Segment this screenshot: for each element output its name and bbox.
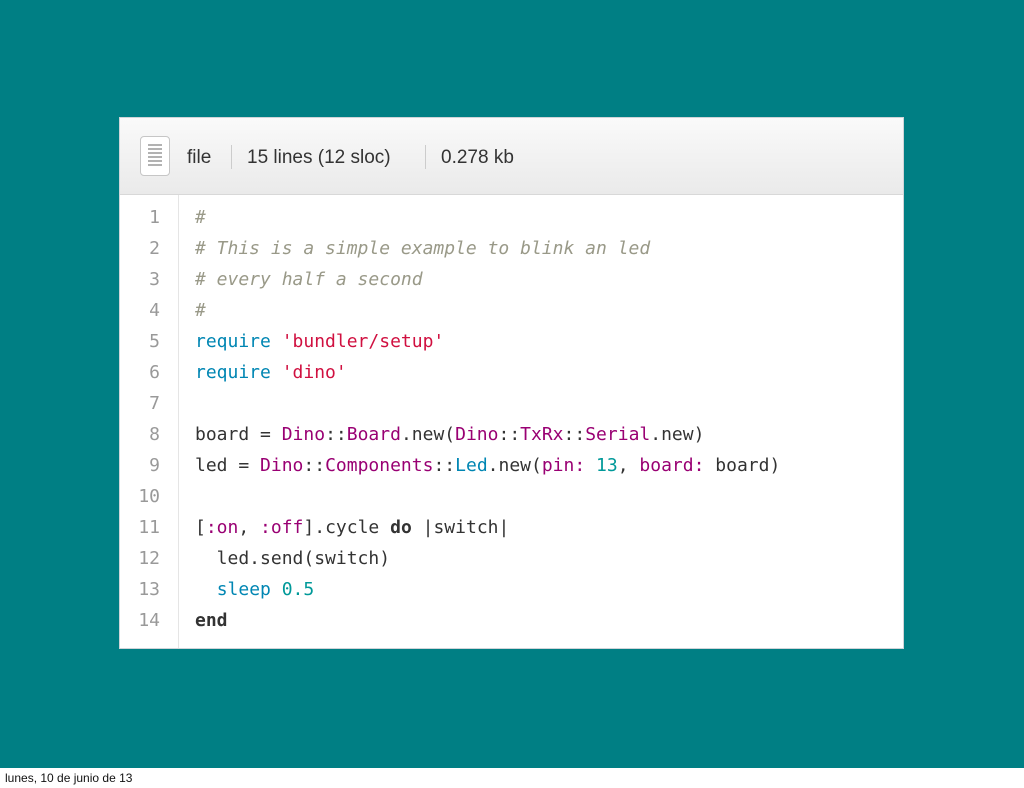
code-token: :: <box>433 455 456 476</box>
slide-background: file 15 lines (12 sloc) 0.278 kb 1234567… <box>0 0 1024 768</box>
code-token: ].cycle <box>303 517 391 538</box>
line-number: 2 <box>149 238 160 259</box>
header-divider <box>231 145 232 169</box>
code-token: |switch| <box>411 517 510 538</box>
code-token: board = <box>195 424 282 445</box>
header-divider <box>425 145 426 169</box>
code-token: do <box>390 517 412 538</box>
line-number: 3 <box>149 269 160 290</box>
code-token: Dino <box>455 424 499 445</box>
code-token: board) <box>704 455 781 476</box>
code-file-box: file 15 lines (12 sloc) 0.278 kb 1234567… <box>119 117 904 649</box>
code-line: # <box>195 202 206 233</box>
line-number: 1 <box>149 207 160 228</box>
code-token: .new( <box>400 424 456 445</box>
code-token: :: <box>325 424 347 445</box>
file-header: file 15 lines (12 sloc) 0.278 kb <box>120 118 903 195</box>
code-token: TxRx <box>520 424 564 445</box>
code-token: Board <box>346 424 401 445</box>
line-number: 14 <box>138 610 160 631</box>
code-token: :: <box>498 424 521 445</box>
code-line: [:on, :off].cycle do |switch| <box>195 512 509 543</box>
line-number: 7 <box>149 393 160 414</box>
line-number: 11 <box>138 517 160 538</box>
line-number: 5 <box>149 331 160 352</box>
code-token: require <box>195 331 271 352</box>
code-token: # every half a second <box>195 269 423 290</box>
code-line: require 'dino' <box>195 357 347 388</box>
code-token: :off <box>260 517 304 538</box>
code-token: , <box>238 517 261 538</box>
file-label: file <box>187 147 212 168</box>
slide-footer: lunes, 10 de junio de 13 <box>0 768 1024 788</box>
line-number: 12 <box>138 548 160 569</box>
code-line: board = Dino::Board.new(Dino::TxRx::Seri… <box>195 419 704 450</box>
line-number: 8 <box>149 424 160 445</box>
code-area: 1 2 3 4 5 6 7 8 9 10 11 12 13 14 # # This is a simple … <box>120 195 903 648</box>
code-token: # <box>195 300 206 321</box>
line-number: 9 <box>149 455 160 476</box>
code-token: Serial <box>585 424 651 445</box>
code-token: 13 <box>596 455 618 476</box>
code-token: .new( <box>487 455 542 476</box>
code-token: pin: <box>541 455 586 476</box>
code-token: 0.5 <box>281 579 315 600</box>
code-token: Dino <box>260 455 304 476</box>
line-number: 6 <box>149 362 160 383</box>
line-number: 10 <box>138 486 160 507</box>
code-token: led = <box>195 455 261 476</box>
code-line: led.send(switch) <box>195 543 390 574</box>
code-token: led.send(switch) <box>195 548 391 569</box>
file-size: 0.278 kb <box>441 147 514 168</box>
code-token: 'bundler/setup' <box>281 331 445 352</box>
line-number: 4 <box>149 300 160 321</box>
code-token: require <box>195 362 271 383</box>
code-token: [ <box>195 517 206 538</box>
code-line: led = Dino::Components::Led.new(pin: 13,… <box>195 450 780 481</box>
code-token: Components <box>325 455 434 476</box>
code-line: # <box>195 295 206 326</box>
code-token: end <box>195 610 228 631</box>
code-token: :: <box>303 455 326 476</box>
code-token: 'dino' <box>281 362 347 383</box>
code-token: :on <box>205 517 239 538</box>
line-number-gutter: 1 2 3 4 5 6 7 8 9 10 11 12 13 14 <box>120 195 179 648</box>
code-token: , <box>617 455 640 476</box>
code-token: .new) <box>650 424 705 445</box>
code-token: Dino <box>281 424 326 445</box>
code-line: require 'bundler/setup' <box>195 326 444 357</box>
code-token: sleep <box>216 579 271 600</box>
code-line: # every half a second <box>195 264 423 295</box>
code-token: :: <box>563 424 586 445</box>
code-token: # This is a simple example to blink an l… <box>195 238 651 259</box>
code-token: Led <box>455 455 488 476</box>
footer-date: lunes, 10 de junio de 13 <box>5 771 133 785</box>
code-token: board: <box>639 455 705 476</box>
code-line: end <box>195 605 228 636</box>
code-line: # This is a simple example to blink an l… <box>195 233 650 264</box>
line-number: 13 <box>138 579 160 600</box>
code-token: # <box>195 207 206 228</box>
line-count: 15 lines (12 sloc) <box>247 147 391 168</box>
code-line: sleep 0.5 <box>195 574 315 605</box>
file-text-icon <box>140 136 170 176</box>
